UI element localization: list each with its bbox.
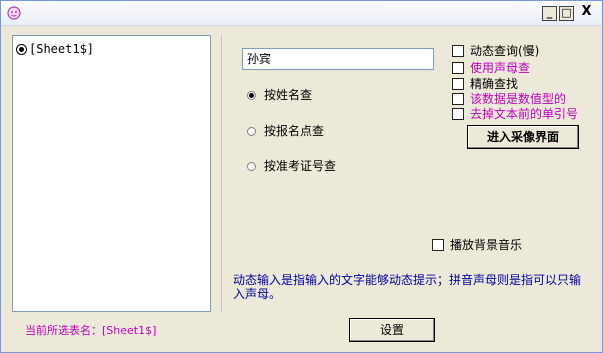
checkbox-initials[interactable]: 使用声母查 [452, 61, 530, 76]
tree-item-label: [Sheet1$] [29, 42, 95, 56]
close-button[interactable]: X [579, 5, 594, 21]
radio-by-name[interactable]: 按姓名查 [247, 86, 312, 103]
enter-capture-button[interactable]: 进入采像界面 [467, 125, 579, 149]
radio-dot [247, 127, 256, 136]
app-icon [7, 6, 21, 20]
checkbox-exact[interactable]: 精确查找 [452, 77, 518, 92]
hint-text: 动态输入是指输入的文字能够动态提示；拼音声母则是指可以只输入声母。 [233, 273, 582, 301]
sheet-tree[interactable]: [Sheet1$] [12, 35, 211, 312]
checkbox-box [452, 77, 464, 90]
radio-dot [247, 91, 256, 100]
radio-label: 按准考证号查 [264, 159, 337, 173]
tree-node-icon [16, 44, 27, 55]
checkbox-box [452, 61, 464, 74]
checkbox-strip-quote[interactable]: 去掉文本前的单引号 [452, 107, 578, 122]
maximize-button[interactable]: □ [559, 6, 574, 21]
minimize-button[interactable]: _ [542, 6, 557, 21]
checkbox-label: 使用声母查 [470, 61, 531, 75]
settings-button[interactable]: 设置 [349, 318, 435, 342]
radio-by-ticket[interactable]: 按准考证号查 [247, 157, 336, 174]
radio-dot [247, 162, 256, 171]
checkbox-box [452, 92, 464, 105]
checkbox-box [432, 238, 444, 251]
radio-label: 按姓名查 [264, 88, 313, 102]
checkbox-background-music[interactable]: 播放背景音乐 [432, 238, 522, 253]
checkbox-dynamic-query[interactable]: 动态查询(慢) [452, 44, 539, 59]
checkbox-label: 播放背景音乐 [450, 238, 523, 252]
search-input[interactable]: 孙宾 [242, 48, 434, 70]
status-text: 当前所选表名：[Sheet1$] [25, 324, 157, 337]
radio-label: 按报名点查 [264, 124, 325, 138]
checkbox-label: 该数据是数值型的 [470, 92, 567, 106]
checkbox-box [452, 44, 464, 57]
checkbox-numeric[interactable]: 该数据是数值型的 [452, 92, 566, 107]
checkbox-label: 精确查找 [470, 77, 519, 91]
checkbox-label: 动态查询(慢) [470, 44, 540, 58]
tree-item-sheet1[interactable]: [Sheet1$] [16, 42, 94, 56]
checkbox-label: 去掉文本前的单引号 [470, 107, 579, 121]
checkbox-box [452, 107, 464, 120]
radio-by-site[interactable]: 按报名点查 [247, 122, 324, 139]
title-bar: _ □ X [1, 1, 602, 26]
